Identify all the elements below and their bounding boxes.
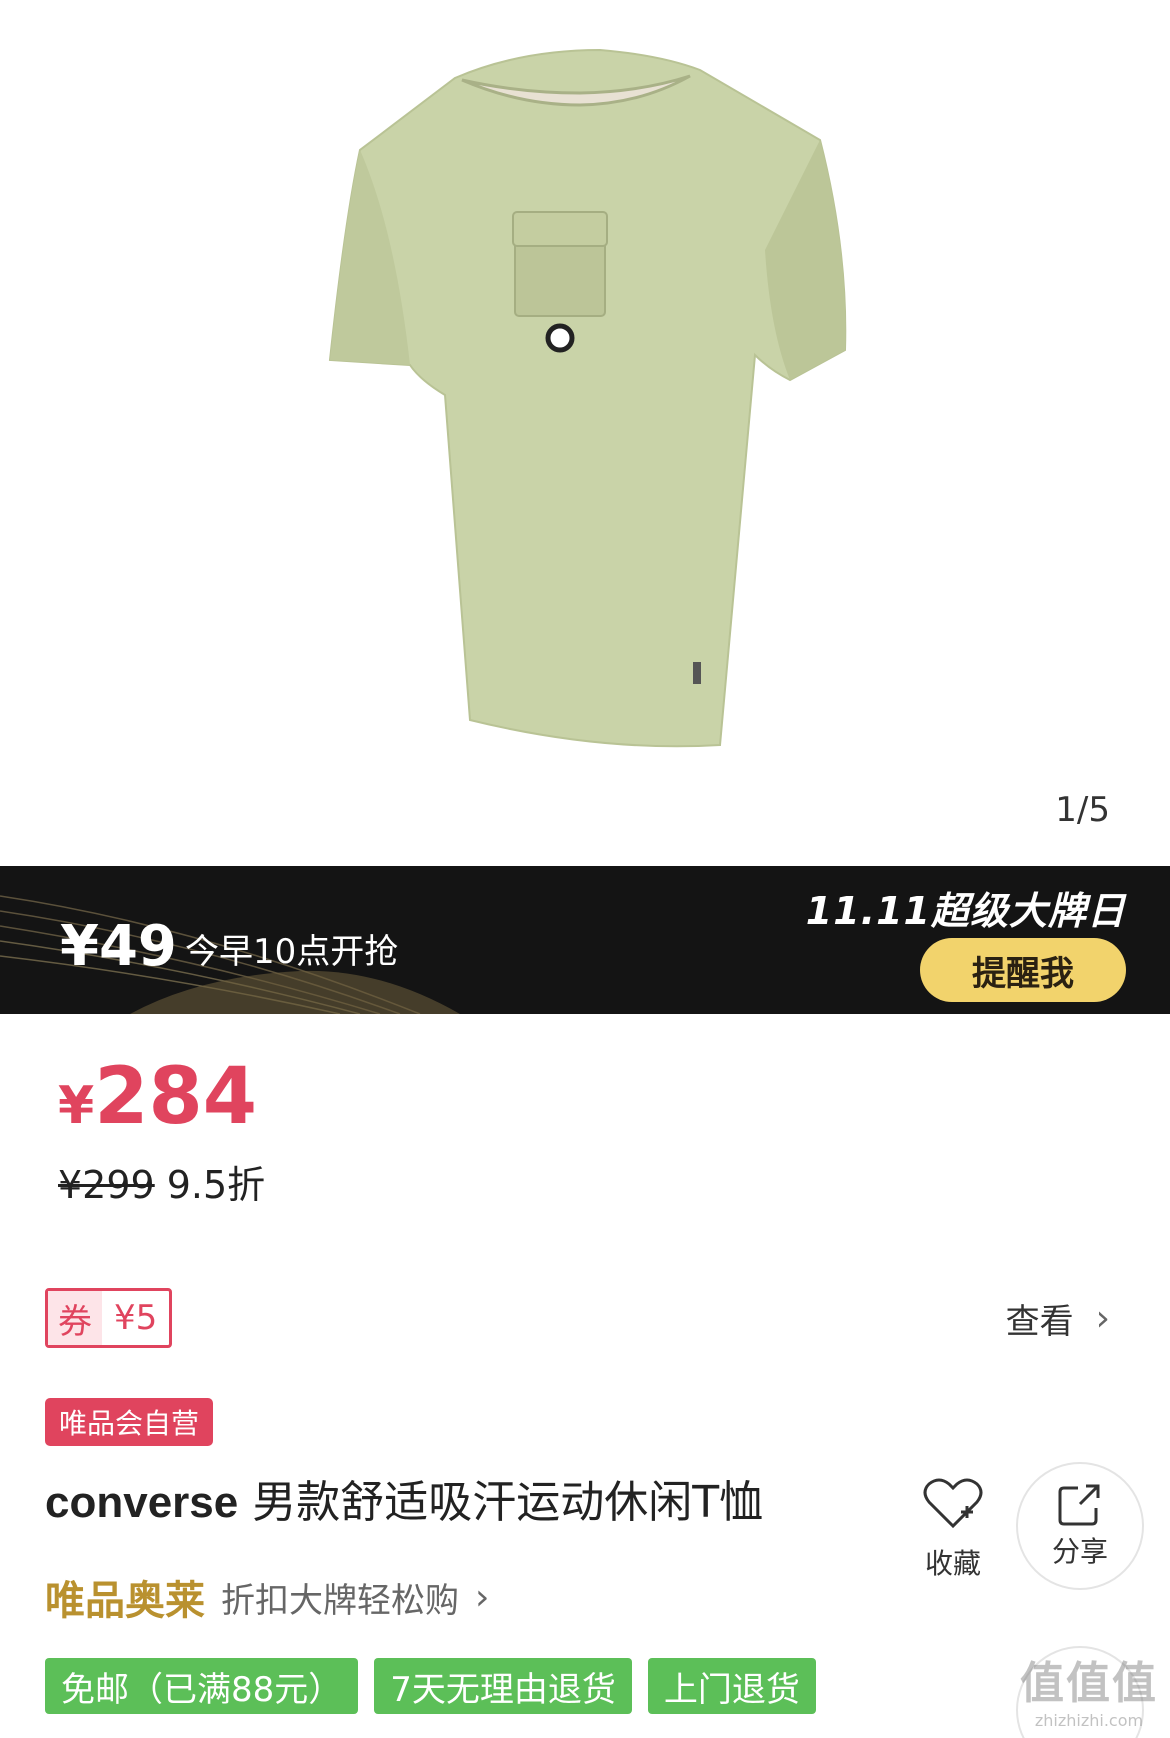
- share-button[interactable]: 分享: [1016, 1462, 1144, 1590]
- service-tag-free-shipping: 免邮（已满88元）: [45, 1658, 359, 1714]
- original-price: ¥299: [58, 1163, 155, 1207]
- promo-brand-day-logo: 11.11超级大牌日: [805, 889, 1126, 933]
- coupon-label: 券: [48, 1291, 102, 1345]
- view-coupon-button[interactable]: 查看 ›: [1006, 1294, 1110, 1343]
- original-price-row: ¥299 9.5折: [58, 1154, 265, 1209]
- current-price: ¥284: [58, 1052, 257, 1142]
- discount-rate: 9.5折: [166, 1163, 266, 1207]
- share-label: 分享: [1051, 1535, 1108, 1568]
- watermark-sub: zhizhizhi.com: [1034, 1711, 1144, 1730]
- service-tag-7day-return: 7天无理由退货: [374, 1658, 632, 1714]
- chevron-right-icon: ›: [1095, 1298, 1110, 1339]
- current-price-value: 284: [94, 1052, 258, 1142]
- promo-price: ¥49: [60, 914, 177, 979]
- outlet-slogan: 折扣大牌轻松购: [221, 1580, 459, 1621]
- view-coupon-label: 查看: [1005, 1302, 1074, 1342]
- image-page-counter: 1/5: [1055, 790, 1110, 830]
- service-tag-pickup-return: 上门退货: [647, 1658, 816, 1714]
- coupon-amount: ¥5: [114, 1298, 158, 1338]
- promo-banner: ¥49 今早10点开抢 11.11超级大牌日 提醒我: [0, 866, 1170, 1014]
- product-title: converse 男款舒适吸汗运动休闲T恤: [45, 1466, 763, 1530]
- coupon-tag[interactable]: 券 ¥5: [45, 1288, 173, 1348]
- product-brand: converse: [45, 1478, 239, 1527]
- service-tags: 免邮（已满88元） 7天无理由退货 上门退货: [45, 1658, 816, 1714]
- remind-me-button[interactable]: 提醒我: [920, 938, 1126, 1002]
- watermark: 值值值 zhizhizhi.com: [1020, 1647, 1158, 1730]
- product-image-gallery[interactable]: 1/5: [0, 0, 1170, 866]
- promo-sale-time: 今早10点开抢: [185, 932, 399, 972]
- heart-plus-icon: [923, 1478, 983, 1529]
- self-operated-badge: 唯品会自营: [45, 1398, 214, 1446]
- favorite-button[interactable]: 收藏: [918, 1476, 988, 1582]
- product-image: [328, 48, 847, 748]
- currency-symbol: ¥: [58, 1076, 95, 1136]
- watermark-main: 值值值: [1020, 1658, 1158, 1709]
- product-name: 男款舒适吸汗运动休闲T恤: [252, 1477, 764, 1528]
- outlet-entry[interactable]: 唯品奥莱 折扣大牌轻松购 ›: [45, 1568, 489, 1626]
- outlet-logo: 唯品奥莱: [45, 1578, 205, 1624]
- share-icon: [1058, 1484, 1100, 1526]
- chevron-right-icon: ›: [475, 1576, 490, 1618]
- favorite-label: 收藏: [924, 1547, 981, 1580]
